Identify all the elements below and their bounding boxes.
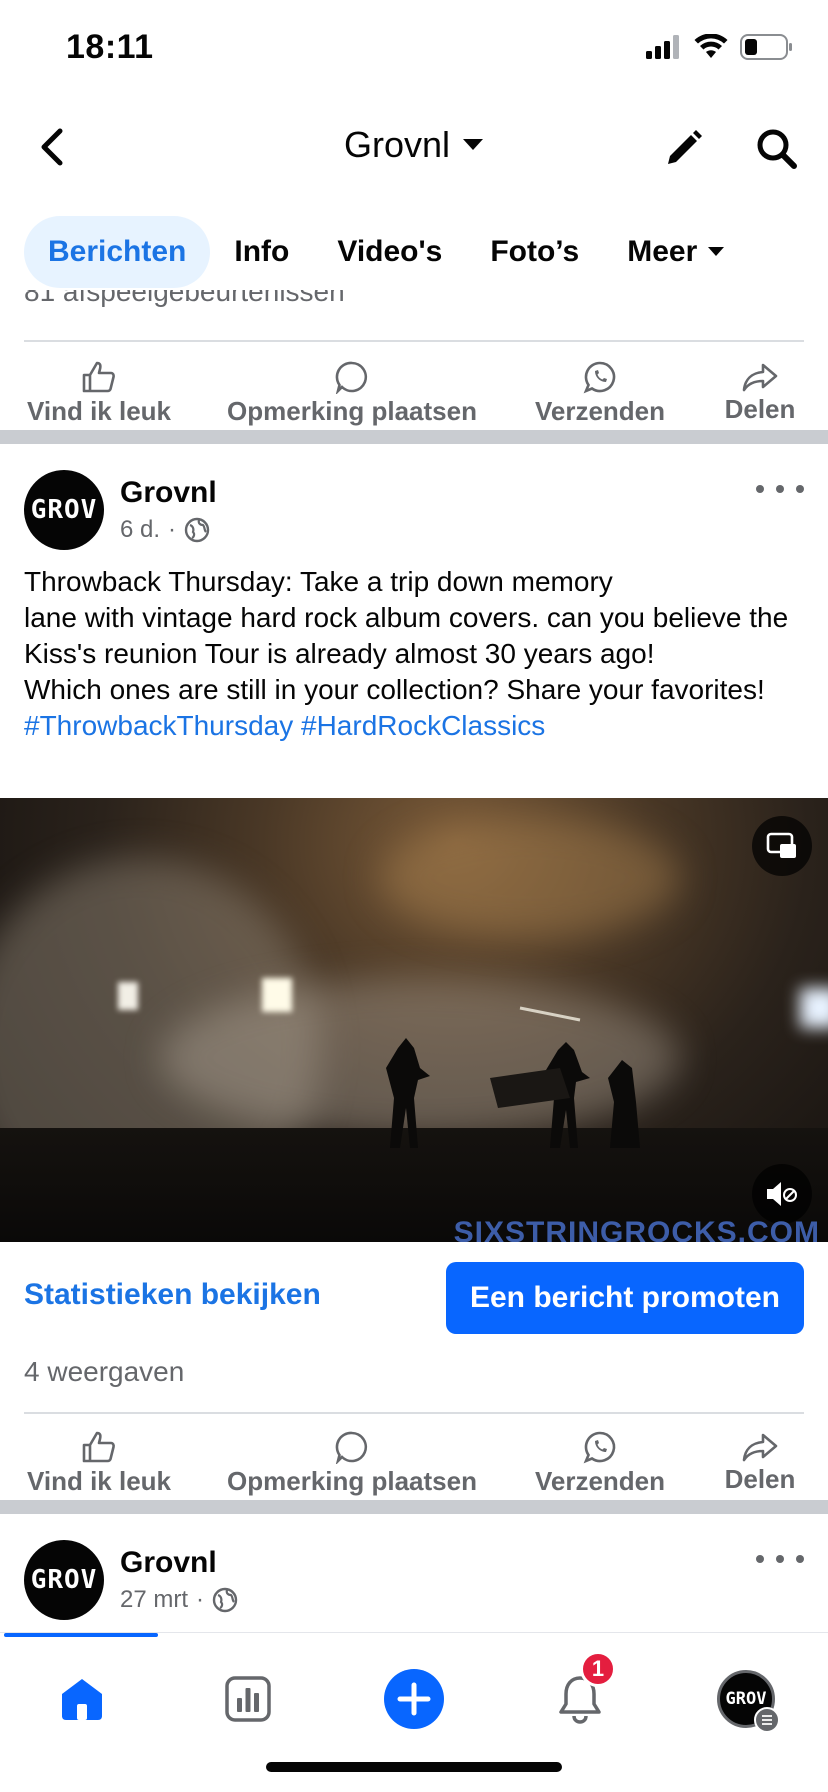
promote-post-button[interactable]: Een bericht promoten	[446, 1262, 804, 1334]
picture-in-picture-button[interactable]	[752, 816, 812, 876]
more-dot	[796, 485, 804, 493]
bar-chart-icon	[225, 1676, 271, 1722]
post-time[interactable]: 6 d.	[120, 516, 160, 544]
post-author-name[interactable]: Grovnl	[120, 1546, 217, 1580]
home-indicator	[266, 1762, 562, 1772]
like-button[interactable]: Vind ik leuk	[24, 350, 174, 436]
globe-icon	[184, 517, 210, 543]
post-author-name[interactable]: Grovnl	[120, 476, 217, 510]
share-arrow-icon	[742, 1433, 778, 1461]
stage-light	[262, 978, 292, 1012]
mute-button[interactable]	[752, 1164, 812, 1224]
profile-avatar-text: GROV	[725, 1689, 767, 1709]
nav-insights[interactable]	[208, 1659, 288, 1739]
post-author-avatar[interactable]: GROV	[24, 1540, 104, 1620]
divider	[24, 340, 804, 342]
page-title: Grovnl	[343, 124, 451, 165]
send-whatsapp-button[interactable]: Verzenden	[532, 350, 668, 436]
more-dot	[776, 485, 784, 493]
plus-icon	[384, 1669, 444, 1729]
profile-avatar: GROV	[717, 1670, 780, 1733]
nav-profile-menu[interactable]: GROV	[706, 1659, 786, 1739]
post-options-button[interactable]	[756, 474, 804, 504]
share-arrow-icon	[742, 363, 778, 391]
send-whatsapp-button[interactable]: Verzenden	[532, 1420, 668, 1506]
post-meta: 6 d. ·	[120, 516, 210, 544]
more-dot	[776, 1555, 784, 1563]
search-icon	[757, 129, 797, 169]
menu-icon	[754, 1707, 780, 1733]
tab-berichten[interactable]: Berichten	[24, 216, 211, 288]
view-insights-link[interactable]: Statistieken bekijken	[24, 1278, 321, 1312]
edit-button[interactable]	[658, 122, 710, 174]
speaker-muted-icon	[767, 1182, 797, 1206]
post-actions: Vind ik leuk Opmerking plaatsen Verzende…	[0, 1420, 828, 1506]
meta-separator: ·	[168, 516, 177, 543]
share-button[interactable]: Delen	[712, 350, 808, 436]
tab-fotos[interactable]: Foto’s	[466, 216, 603, 288]
caret-down-icon	[463, 139, 484, 150]
battery-icon	[740, 34, 794, 65]
stage-light	[118, 982, 138, 1010]
more-dot	[756, 485, 764, 493]
more-dot	[796, 1555, 804, 1563]
post-video[interactable]: SIXSTRINGROCKS.COM	[0, 798, 828, 1242]
status-bar: 18:11	[0, 0, 828, 100]
nav-home[interactable]	[42, 1659, 122, 1739]
status-icons	[646, 33, 794, 65]
tab-meer-label: Meer	[627, 235, 698, 268]
status-time: 18:11	[66, 28, 154, 66]
video-smoke	[380, 818, 680, 938]
post-body: Throwback Thursday: Take a trip down mem…	[24, 566, 789, 705]
page-header: Grovnl	[0, 100, 828, 196]
hashtag-link[interactable]: #ThrowbackThursday	[24, 710, 293, 741]
share-button[interactable]: Delen	[712, 1420, 808, 1506]
search-button[interactable]	[750, 122, 802, 174]
like-button[interactable]: Vind ik leuk	[24, 1420, 174, 1506]
post-separator	[0, 430, 828, 444]
nav-create[interactable]	[374, 1659, 454, 1739]
pencil-icon	[668, 130, 702, 164]
post-separator	[0, 1500, 828, 1514]
comment-button[interactable]: Opmerking plaatsen	[222, 1420, 482, 1506]
globe-icon	[212, 1587, 238, 1613]
post-text: Throwback Thursday: Take a trip down mem…	[24, 564, 814, 744]
comment-icon	[335, 1431, 368, 1464]
meta-separator: ·	[196, 1586, 205, 1613]
post-meta: 27 mrt ·	[120, 1586, 238, 1614]
active-tab-indicator	[4, 1633, 158, 1637]
whatsapp-icon	[583, 1431, 616, 1463]
previous-post-views: 81 afspeelgebeurtenissen	[24, 290, 345, 307]
whatsapp-icon	[583, 361, 616, 393]
nav-notifications[interactable]: 1	[540, 1651, 620, 1739]
tab-videos[interactable]: Video's	[313, 216, 466, 288]
post-options-button[interactable]	[756, 1544, 804, 1574]
thumbs-up-icon	[82, 1431, 115, 1462]
thumbs-up-icon	[82, 361, 115, 392]
post-author-avatar[interactable]: GROV	[24, 470, 104, 550]
hashtag-link[interactable]: #HardRockClassics	[301, 710, 545, 741]
more-dot	[756, 1555, 764, 1563]
stage-light	[800, 988, 828, 1028]
video-watermark: SIXSTRINGROCKS.COM	[453, 1216, 820, 1242]
post-time[interactable]: 27 mrt	[120, 1586, 188, 1614]
tab-meer[interactable]: Meer	[603, 216, 749, 288]
picture-in-picture-icon	[766, 832, 796, 858]
comment-button[interactable]: Opmerking plaatsen	[222, 350, 482, 436]
post-views: 4 weergaven	[24, 1356, 185, 1387]
previous-post-actions: Vind ik leuk Opmerking plaatsen Verzende…	[0, 350, 828, 436]
tab-info[interactable]: Info	[210, 216, 313, 288]
comment-icon	[335, 361, 368, 394]
band-silhouettes	[386, 1006, 640, 1148]
wifi-icon	[694, 33, 728, 65]
caret-down-icon	[708, 247, 725, 256]
divider	[24, 1412, 804, 1414]
page-tabs: Berichten Info Video's Foto’s Meer	[0, 214, 828, 290]
cellular-signal-icon	[646, 35, 682, 64]
home-icon	[62, 1679, 102, 1720]
notification-badge: 1	[580, 1651, 616, 1687]
